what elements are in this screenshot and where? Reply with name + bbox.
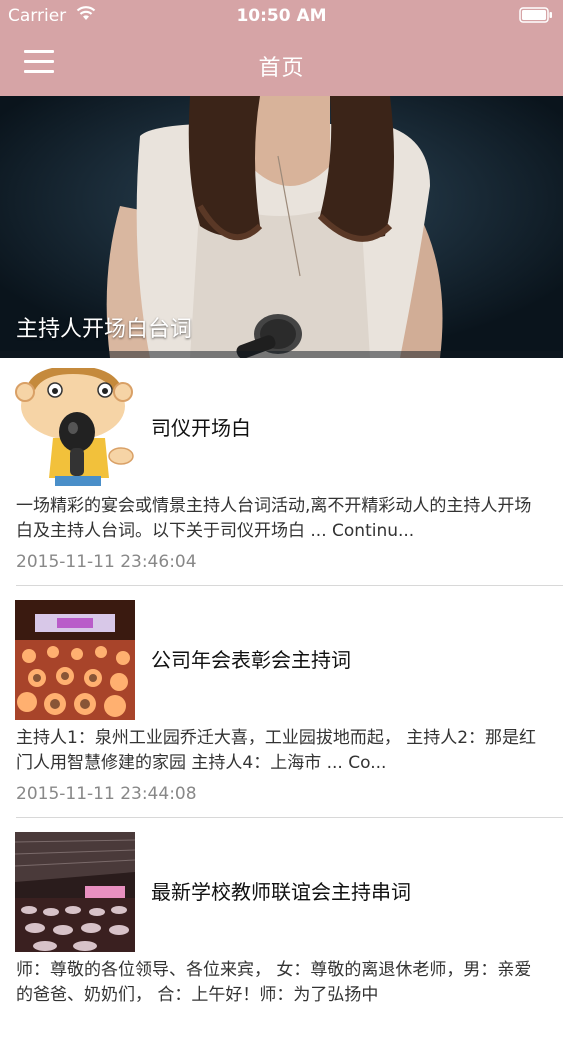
event-hall-image bbox=[15, 832, 135, 952]
article-thumbnail bbox=[15, 368, 135, 488]
article-list-item[interactable]: 最新学校教师联谊会主持串词 师：尊敬的各位领导、各位来宾， 女：尊敬的离退休老师… bbox=[0, 822, 563, 1054]
article-list: 司仪开场白 一场精彩的宴会或情景主持人台词活动,离不开精彩动人的主持人开场白及主… bbox=[0, 358, 563, 1054]
top-bar: Carrier 10:50 AM 首页 bbox=[0, 0, 563, 96]
page-title: 首页 bbox=[258, 56, 305, 81]
article-date: 2015-11-11 23:46:04 bbox=[16, 552, 197, 572]
status-bar: Carrier 10:50 AM bbox=[0, 0, 563, 32]
hero-caption: 主持人开场白台词 bbox=[16, 317, 193, 342]
battery-icon bbox=[519, 7, 552, 23]
article-summary: 一场精彩的宴会或情景主持人台词活动,离不开精彩动人的主持人开场白及主持人台词。以… bbox=[16, 496, 532, 541]
article-thumbnail bbox=[15, 832, 135, 952]
article-summary: 师：尊敬的各位领导、各位来宾， 女：尊敬的离退休老师，男：亲爱的爸爸、奶奶们， … bbox=[16, 960, 532, 1005]
banquet-hall-image bbox=[15, 600, 135, 720]
list-divider bbox=[16, 817, 563, 818]
article-date: 2015-11-11 23:44:08 bbox=[16, 784, 197, 804]
hero-banner[interactable]: 主持人开场白台词 bbox=[0, 96, 563, 358]
article-thumbnail bbox=[15, 600, 135, 720]
article-list-item[interactable]: 公司年会表彰会主持词 主持人1：泉州工业园乔迁大喜，工业园拔地而起， 主持人2：… bbox=[0, 590, 563, 822]
article-summary: 主持人1：泉州工业园乔迁大喜，工业园拔地而起， 主持人2：那是红门人用智慧修建的… bbox=[16, 728, 537, 773]
cartoon-host-icon bbox=[15, 368, 135, 488]
article-title: 最新学校教师联谊会主持串词 bbox=[151, 880, 411, 904]
article-list-item[interactable]: 司仪开场白 一场精彩的宴会或情景主持人台词活动,离不开精彩动人的主持人开场白及主… bbox=[0, 358, 563, 590]
article-title: 公司年会表彰会主持词 bbox=[151, 648, 351, 672]
status-time: 10:50 AM bbox=[236, 6, 327, 26]
article-title: 司仪开场白 bbox=[151, 416, 251, 440]
list-divider bbox=[16, 585, 563, 586]
